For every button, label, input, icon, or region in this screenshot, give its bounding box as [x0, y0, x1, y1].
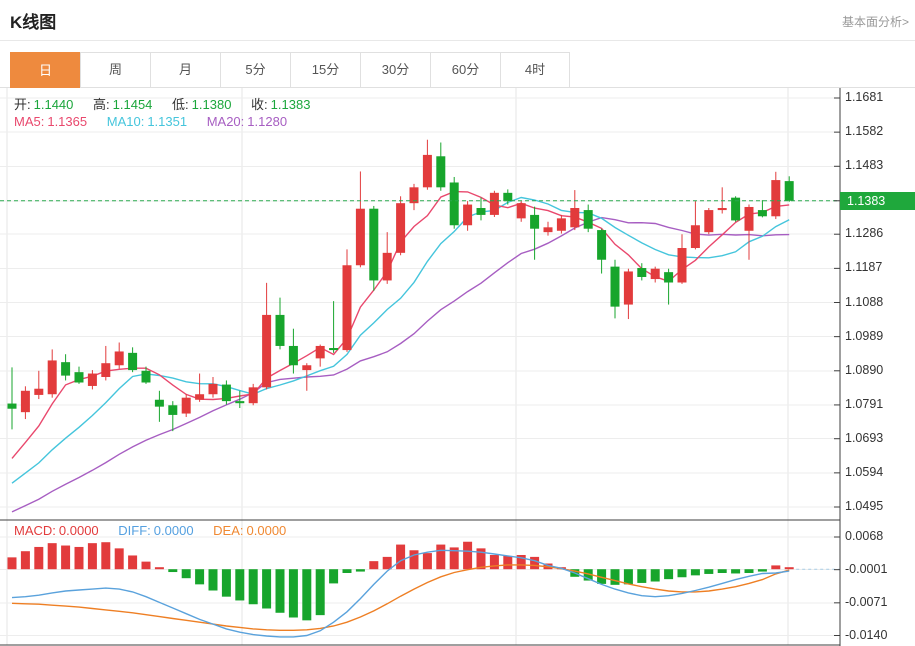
tab-month[interactable]: 月 — [150, 52, 220, 87]
chart-canvas[interactable] — [0, 88, 915, 646]
price-axis-label: 1.0495 — [845, 499, 884, 513]
close-label: 收: — [251, 97, 268, 112]
diff-value: 0.0000 — [153, 523, 194, 538]
tab-60min[interactable]: 60分 — [430, 52, 500, 87]
macd-histogram — [7, 541, 794, 621]
low-value: 1.1380 — [191, 97, 232, 112]
tab-week[interactable]: 周 — [80, 52, 150, 87]
macd-axis-label: -0.0071 — [845, 595, 888, 609]
price-axis-label: 1.0890 — [845, 363, 884, 377]
ohlc-readout: 开: 1.1440 高: 1.1454 低: 1.1380 收: 1.1383 — [14, 94, 313, 113]
ma-readout: MA5: 1.1365 MA10: 1.1351 MA20: 1.1280 — [14, 114, 290, 129]
kline-chart-area[interactable]: 开: 1.1440 高: 1.1454 低: 1.1380 收: 1.1383 MA5:… — [0, 88, 915, 646]
axis-frame — [0, 88, 841, 646]
price-axis-label: 1.0693 — [845, 431, 884, 445]
price-axis-label: 1.0791 — [845, 397, 884, 411]
diff-label: DIFF: — [118, 523, 151, 538]
dea-value: 0.0000 — [246, 523, 287, 538]
high-value: 1.1454 — [112, 97, 153, 112]
tab-5min[interactable]: 5分 — [220, 52, 290, 87]
price-axis-label: 1.1088 — [845, 295, 884, 309]
last-price-tag: 1.1383 — [840, 192, 915, 210]
header-divider — [0, 40, 915, 41]
interval-tabbar: 日周月 5分 15分 30分 60分 4时 — [0, 52, 915, 88]
tab-day[interactable]: 日 — [10, 52, 80, 88]
open-value: 1.1440 — [33, 97, 74, 112]
price-axis-label: 1.1681 — [845, 90, 884, 104]
ma10-value: 1.1351 — [147, 114, 188, 129]
close-value: 1.1383 — [270, 97, 311, 112]
macd-axis-label: 0.0068 — [845, 529, 884, 543]
open-label: 开: — [14, 97, 31, 112]
ma10-label: MA10: — [106, 114, 145, 129]
low-label: 低: — [172, 97, 189, 112]
price-axis-label: 1.0594 — [845, 465, 884, 479]
ma5-value: 1.1365 — [47, 114, 88, 129]
ma20-value: 1.1280 — [247, 114, 288, 129]
price-axis-label: 1.1483 — [845, 158, 884, 172]
tab-15min[interactable]: 15分 — [290, 52, 360, 87]
page-title: K线图 — [10, 13, 57, 32]
macd-readout: MACD: 0.0000 DIFF: 0.0000 DEA: 0.0000 — [14, 523, 289, 538]
macd-axis-label: -0.0001 — [845, 562, 888, 576]
price-axis-label: 1.1187 — [845, 260, 883, 274]
tab-30min[interactable]: 30分 — [360, 52, 430, 87]
dea-label: DEA: — [213, 523, 244, 538]
tab-4hour[interactable]: 4时 — [500, 52, 570, 87]
ma5-label: MA5: — [14, 114, 45, 129]
high-label: 高: — [93, 97, 110, 112]
macd-value: 0.0000 — [58, 523, 99, 538]
price-axis-label: 1.1582 — [845, 124, 884, 138]
gridlines — [0, 88, 840, 645]
kline-page: K线图 基本面分析> 日周月 5分 15分 30分 60分 4时 开: 1.1440 高: 1… — [0, 0, 915, 646]
price-axis-label: 1.1286 — [845, 226, 884, 240]
macd-axis-label: -0.0140 — [845, 628, 888, 642]
candles-group — [7, 139, 794, 432]
ma20-label: MA20: — [206, 114, 245, 129]
fundamental-analysis-link[interactable]: 基本面分析> — [842, 13, 909, 30]
macd-label: MACD: — [14, 523, 56, 538]
price-axis-label: 1.0989 — [845, 329, 884, 343]
